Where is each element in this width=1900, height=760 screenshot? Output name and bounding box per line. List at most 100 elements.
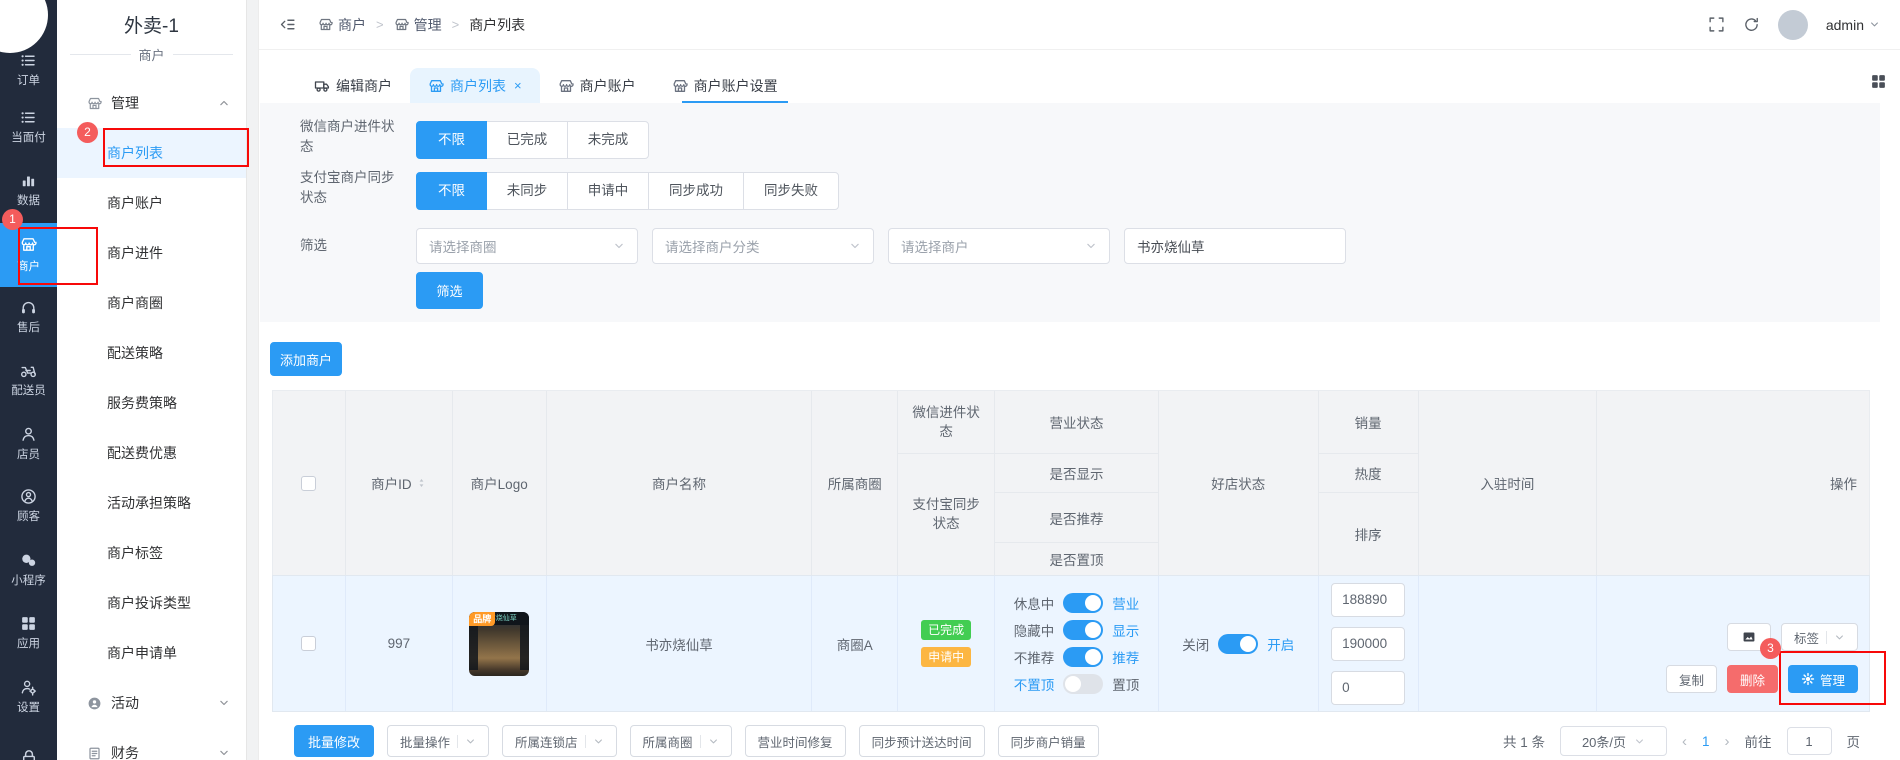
- pagination-page-1[interactable]: 1: [1702, 734, 1710, 749]
- header-label: 商户ID: [371, 477, 412, 492]
- pagination-prev[interactable]: ‹: [1682, 733, 1687, 750]
- segment-option-unlimited[interactable]: 不限: [416, 172, 487, 210]
- tab-merchant-list[interactable]: 商户列表 ×: [410, 68, 540, 103]
- avatar[interactable]: [1777, 9, 1808, 40]
- breadcrumb-manage[interactable]: 管理: [394, 15, 442, 35]
- tab-merchant-account-settings[interactable]: 商户账户设置: [654, 68, 796, 103]
- chain-store-dropdown[interactable]: 所属连锁店: [502, 725, 617, 757]
- pin-toggle[interactable]: [1063, 674, 1104, 694]
- segment-option-applying[interactable]: 申请中: [567, 172, 649, 210]
- bulk-edit-button[interactable]: 批量修改: [294, 725, 374, 757]
- rail-item-merchant[interactable]: 商户: [0, 223, 57, 287]
- rail-item-orders[interactable]: 订单: [0, 52, 57, 88]
- rail-item-label: 当面付: [11, 132, 46, 144]
- segment-option-sync-success[interactable]: 同步成功: [648, 172, 744, 210]
- rail-item-apps[interactable]: 应用: [0, 615, 57, 651]
- sync-eta-button[interactable]: 同步预计送达时间: [858, 725, 985, 757]
- manage-button[interactable]: 管理: [1787, 665, 1858, 693]
- sidebar-item-complaint-types[interactable]: 商户投诉类型: [57, 578, 246, 628]
- tab-close-icon[interactable]: ×: [514, 78, 522, 93]
- goto-label: 前往: [1744, 735, 1772, 750]
- tab-edit-merchant[interactable]: 编辑商户: [296, 68, 410, 103]
- merchant-category-select[interactable]: 请选择商户分类: [652, 228, 874, 264]
- recommend-toggle[interactable]: [1063, 647, 1104, 667]
- menu-item-label: 商户账户: [107, 195, 163, 211]
- toggle-off-label: 不置顶: [1013, 678, 1055, 693]
- menu-item-label: 商户标签: [107, 545, 163, 561]
- refresh-icon[interactable]: [1743, 16, 1760, 33]
- heat-input[interactable]: [1331, 626, 1406, 661]
- select-all-checkbox[interactable]: [301, 475, 317, 491]
- table-row: 997 书亦烧仙草 品牌 书亦烧仙草 商圈A 已完成 申请中 休息中 营业 隐藏…: [272, 575, 1870, 712]
- bulk-action-dropdown[interactable]: 批量操作: [387, 725, 490, 757]
- sidebar-item-merchant-tags[interactable]: 商户标签: [57, 528, 246, 578]
- page-size-select[interactable]: 20条/页: [1559, 726, 1667, 756]
- rail-item-data[interactable]: 数据: [0, 172, 57, 208]
- sidebar-item-merchant-onboarding[interactable]: 商户进件: [57, 228, 246, 278]
- divider: [1825, 630, 1827, 644]
- pagination-next[interactable]: ›: [1725, 733, 1730, 750]
- rail-item-facepay[interactable]: 当面付: [0, 109, 57, 145]
- sidebar-item-activity-cost[interactable]: 活动承担策略: [57, 478, 246, 528]
- menu-item-label: 商户列表: [107, 145, 163, 161]
- rail-item-miniprogram[interactable]: 小程序: [0, 552, 57, 588]
- fix-business-hours-button[interactable]: 营业时间修复: [744, 725, 846, 757]
- goto-unit: 页: [1846, 735, 1861, 750]
- segment-option-unlimited[interactable]: 不限: [416, 121, 487, 159]
- sidebar-item-delivery-discount[interactable]: 配送费优惠: [57, 428, 246, 478]
- sales-input[interactable]: [1331, 582, 1406, 617]
- sidebar-collapse-icon[interactable]: [279, 16, 296, 33]
- segment-option-incomplete[interactable]: 未完成: [567, 121, 649, 159]
- segment-option-completed[interactable]: 已完成: [486, 121, 568, 159]
- menu-group-label: 管理: [111, 95, 139, 111]
- delete-button[interactable]: 删除: [1726, 665, 1778, 693]
- sync-merchant-sales-button[interactable]: 同步商户销量: [997, 725, 1099, 757]
- rail-item-settings[interactable]: 设置: [0, 679, 57, 715]
- menu-group-manage[interactable]: 管理: [57, 78, 246, 128]
- sidebar-item-delivery-strategy[interactable]: 配送策略: [57, 328, 246, 378]
- fullscreen-icon[interactable]: [1708, 16, 1725, 33]
- menu-item-label: 商户进件: [107, 245, 163, 261]
- copy-button[interactable]: 复制: [1665, 665, 1717, 693]
- sidebar-item-merchant-district[interactable]: 商户商圈: [57, 278, 246, 328]
- rail-item-aftersale[interactable]: 售后: [0, 299, 57, 335]
- menu-group-activity[interactable]: 活动: [57, 678, 246, 728]
- tag-dropdown-button[interactable]: 标签: [1780, 623, 1858, 651]
- actions-cell: 标签 复制 删除 管理: [1597, 576, 1869, 711]
- merchant-logo-image[interactable]: 书亦烧仙草 品牌: [469, 611, 530, 676]
- rail-item-customer[interactable]: 顾客: [0, 488, 57, 524]
- district-dropdown[interactable]: 所属商圈: [629, 725, 732, 757]
- goto-page-input[interactable]: [1786, 727, 1832, 755]
- menu-item-label: 商户投诉类型: [107, 595, 191, 611]
- breadcrumb-merchant[interactable]: 商户: [318, 15, 366, 35]
- sidebar-item-merchant-applications[interactable]: 商户申请单: [57, 628, 246, 678]
- sidebar-item-merchant-account[interactable]: 商户账户: [57, 178, 246, 228]
- image-button[interactable]: [1726, 623, 1771, 651]
- sort-input[interactable]: [1331, 670, 1406, 705]
- tab-merchant-account[interactable]: 商户账户: [540, 68, 654, 103]
- business-status-toggle[interactable]: [1063, 593, 1104, 613]
- user-menu[interactable]: admin: [1826, 17, 1880, 33]
- merchant-keyword-input[interactable]: [1124, 228, 1346, 264]
- rail-item-partial[interactable]: [20, 748, 38, 760]
- sidebar-item-service-fee[interactable]: 服务费策略: [57, 378, 246, 428]
- menu-group-finance[interactable]: 财务: [57, 728, 246, 760]
- sort-carets-icon[interactable]: [416, 476, 427, 490]
- row-checkbox[interactable]: [301, 636, 317, 651]
- recommend-toggle-row: 不推荐 推荐: [1014, 647, 1139, 667]
- merchant-select[interactable]: 请选择商户: [888, 228, 1110, 264]
- visible-toggle[interactable]: [1063, 620, 1104, 640]
- good-shop-toggle[interactable]: [1218, 633, 1259, 654]
- rail-item-staff[interactable]: 店员: [0, 426, 57, 462]
- row-select-cell: [273, 576, 346, 711]
- segment-option-sync-failed[interactable]: 同步失败: [743, 172, 839, 210]
- segment-option-unsynced[interactable]: 未同步: [486, 172, 568, 210]
- sidebar-item-merchant-list[interactable]: 商户列表: [57, 128, 246, 178]
- rail-item-courier[interactable]: 配送员: [0, 362, 57, 398]
- district-select[interactable]: 请选择商圈: [416, 228, 638, 264]
- breadcrumb: 商户 > 管理 > 商户列表: [318, 15, 525, 35]
- add-merchant-button[interactable]: 添加商户: [270, 342, 342, 376]
- header-heat: 热度: [1318, 454, 1418, 494]
- filter-submit-button[interactable]: 筛选: [416, 272, 483, 309]
- tab-list-grid-icon[interactable]: [1870, 73, 1887, 90]
